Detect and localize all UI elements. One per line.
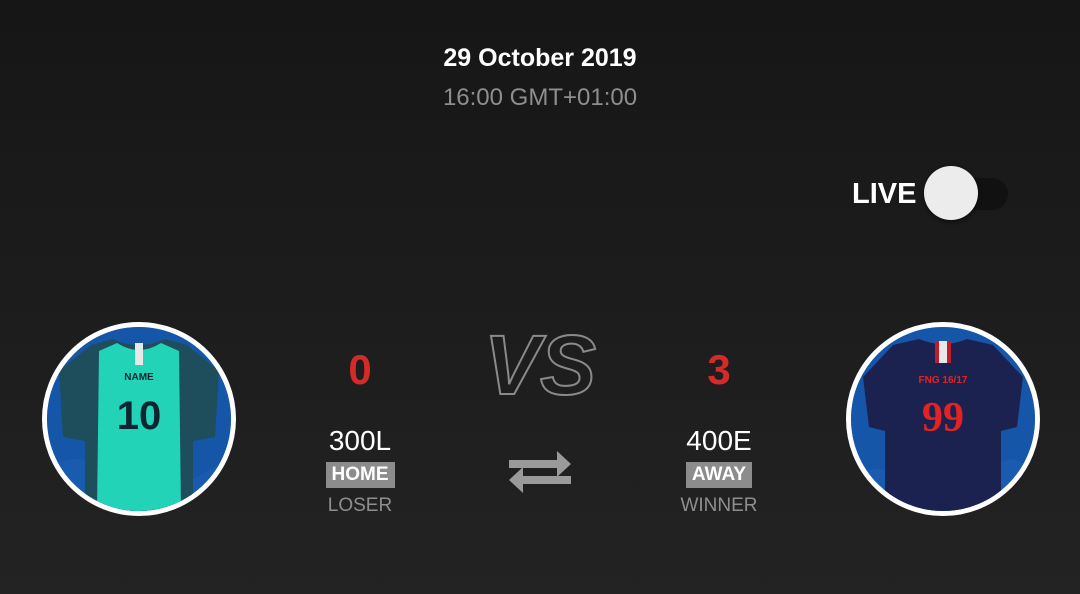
vs-text: VS <box>484 322 596 408</box>
away-team-avatar[interactable]: FNG 16/17 99 <box>846 322 1040 516</box>
live-toggle-switch[interactable] <box>924 166 1008 220</box>
match-date: 29 October 2019 <box>443 44 637 72</box>
home-side-badge: HOME <box>325 462 395 488</box>
away-jersey-image: FNG 16/17 99 <box>851 327 1035 511</box>
away-jersey-number: 99 <box>922 395 964 441</box>
home-team-info: 300L HOME LOSER <box>280 424 440 517</box>
away-team-info: 400E AWAY WINNER <box>639 424 799 517</box>
away-result: WINNER <box>680 495 758 516</box>
home-team-name: 300L <box>328 425 392 456</box>
live-toggle-control[interactable]: LIVE <box>852 166 1012 222</box>
away-score: 3 <box>707 346 731 393</box>
away-jersey-text: FNG 16/17 <box>919 375 968 386</box>
home-jersey-image: NAME 10 <box>47 327 231 511</box>
match-time: 16:00 GMT+01:00 <box>442 84 638 111</box>
away-side-badge: AWAY <box>685 462 753 488</box>
home-team-avatar[interactable]: NAME 10 <box>42 322 236 516</box>
swap-arrows-icon[interactable] <box>505 446 575 496</box>
home-jersey-text: NAME <box>124 372 154 383</box>
home-score: 0 <box>348 346 372 393</box>
home-result: LOSER <box>327 495 393 516</box>
away-team-name: 400E <box>686 425 752 456</box>
vs-label: VS <box>483 322 597 408</box>
home-jersey-number: 10 <box>117 394 162 438</box>
live-toggle-knob[interactable] <box>924 166 978 220</box>
live-label: LIVE <box>852 178 917 210</box>
